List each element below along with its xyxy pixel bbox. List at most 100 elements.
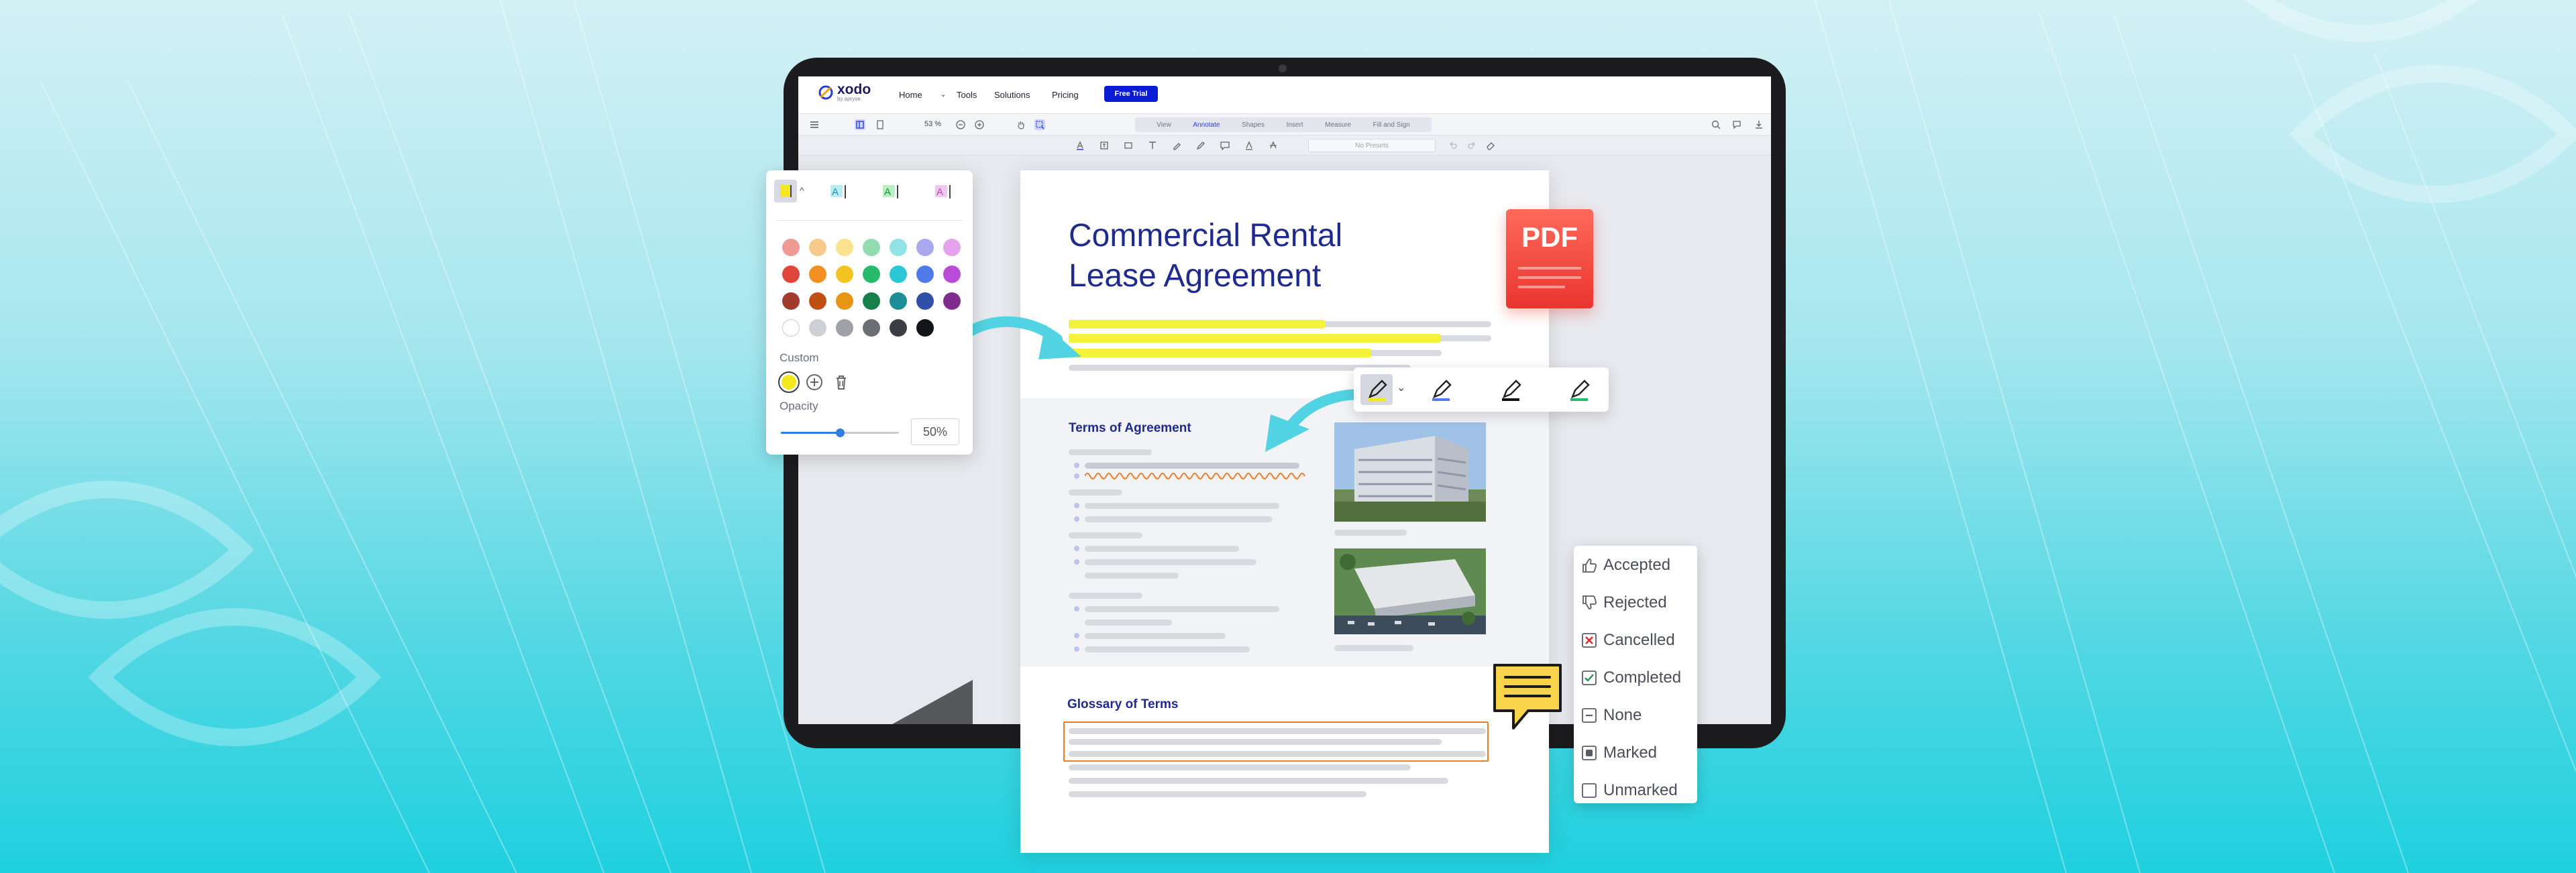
color-swatch[interactable] <box>943 266 961 283</box>
color-swatch[interactable] <box>890 266 907 283</box>
panel-toggle-icon[interactable] <box>855 119 865 130</box>
opacity-slider-handle[interactable] <box>836 428 845 437</box>
status-cancelled[interactable]: Cancelled <box>1580 630 1675 650</box>
zoom-in-icon[interactable] <box>974 119 985 130</box>
text-tool-icon[interactable] <box>1147 140 1158 151</box>
color-swatch[interactable] <box>836 319 853 337</box>
color-swatch[interactable] <box>890 319 907 337</box>
custom-color-swatch <box>782 375 796 390</box>
style-preset-cyan-icon[interactable]: A <box>829 184 848 200</box>
chevron-down-icon[interactable]: ⌄ <box>1397 381 1405 394</box>
strikeout-icon[interactable] <box>1268 140 1279 151</box>
comments-icon[interactable] <box>1732 119 1743 130</box>
search-icon[interactable] <box>1711 119 1721 130</box>
color-swatch[interactable] <box>836 266 853 283</box>
nav-home[interactable]: Home <box>899 90 922 100</box>
preset-selector[interactable]: No Presets <box>1308 139 1436 152</box>
color-swatch[interactable] <box>916 266 934 283</box>
pen-green-icon[interactable] <box>1567 377 1594 404</box>
redo-icon[interactable] <box>1466 140 1477 151</box>
text-highlight-icon[interactable] <box>1075 140 1085 151</box>
add-color-icon[interactable] <box>805 373 824 392</box>
aerial-building-photo <box>1334 548 1486 634</box>
status-marked[interactable]: Marked <box>1580 743 1657 763</box>
highlighter-icon[interactable] <box>1171 140 1182 151</box>
color-swatch[interactable] <box>809 319 826 337</box>
menu-icon[interactable] <box>809 119 820 130</box>
pen-blue-icon[interactable] <box>1429 377 1456 404</box>
svg-text:A: A <box>936 186 943 198</box>
tab-fill-and-sign[interactable]: Fill and Sign <box>1373 121 1410 129</box>
text-line <box>1069 791 1366 797</box>
style-preset-green-icon[interactable]: A <box>881 184 900 200</box>
none-icon <box>1582 708 1597 723</box>
zoom-out-icon[interactable] <box>955 119 966 130</box>
color-swatch[interactable] <box>809 239 826 256</box>
status-rejected[interactable]: Rejected <box>1580 593 1667 613</box>
color-swatch[interactable] <box>916 239 934 256</box>
color-swatch[interactable] <box>943 292 961 310</box>
status-completed[interactable]: Completed <box>1580 668 1681 688</box>
color-swatch[interactable] <box>890 239 907 256</box>
delete-color-icon[interactable] <box>832 373 851 392</box>
color-swatch[interactable] <box>836 239 853 256</box>
color-swatch[interactable] <box>782 266 800 283</box>
status-unmarked[interactable]: Unmarked <box>1580 780 1678 801</box>
color-swatch[interactable] <box>863 319 880 337</box>
color-swatch[interactable] <box>863 239 880 256</box>
pdf-line <box>1518 286 1565 288</box>
highlighted-text <box>1069 320 1325 329</box>
eraser-icon[interactable] <box>1485 140 1496 151</box>
status-none[interactable]: None <box>1580 705 1642 725</box>
pen-yellow-icon[interactable] <box>1364 377 1391 404</box>
pen-icon[interactable] <box>1195 140 1206 151</box>
custom-color-selected[interactable] <box>778 371 800 393</box>
opacity-slider[interactable] <box>781 428 899 437</box>
color-swatch[interactable] <box>863 266 880 283</box>
nav-pricing[interactable]: Pricing <box>1052 90 1079 100</box>
tab-view[interactable]: View <box>1157 121 1171 129</box>
tab-shapes[interactable]: Shapes <box>1242 121 1265 129</box>
color-swatch[interactable] <box>782 239 800 256</box>
select-tool-icon[interactable] <box>1034 119 1045 130</box>
comment-icon[interactable] <box>1220 140 1230 151</box>
nav-tools[interactable]: Tools <box>957 90 977 100</box>
download-icon[interactable] <box>1754 119 1764 130</box>
color-swatch[interactable] <box>809 292 826 310</box>
rectangle-icon[interactable] <box>1123 140 1134 151</box>
chevron-up-icon[interactable]: ^ <box>800 185 804 196</box>
color-swatch[interactable] <box>890 292 907 310</box>
xodo-logo[interactable]: xodo by apryse <box>818 82 871 102</box>
style-preset-pink-icon[interactable]: A <box>934 184 953 200</box>
color-swatch[interactable] <box>863 292 880 310</box>
underline-icon[interactable] <box>1244 140 1254 151</box>
pan-hand-icon[interactable] <box>1016 119 1026 130</box>
text-line <box>1069 532 1142 538</box>
page-view-icon[interactable] <box>875 119 885 130</box>
tab-annotate[interactable]: Annotate <box>1193 121 1220 129</box>
text-box-icon[interactable] <box>1099 140 1110 151</box>
arrow-to-text-icon <box>1265 389 1367 452</box>
chevron-down-icon[interactable]: ⌄ <box>941 91 946 99</box>
color-swatch[interactable] <box>916 292 934 310</box>
tab-insert[interactable]: Insert <box>1287 121 1303 129</box>
zoom-level[interactable]: 53 % <box>924 120 941 128</box>
text-line <box>1085 620 1172 626</box>
color-swatch[interactable] <box>809 266 826 283</box>
opacity-input[interactable]: 50% <box>911 418 959 445</box>
color-swatch[interactable] <box>916 319 934 337</box>
status-accepted[interactable]: Accepted <box>1580 555 1670 575</box>
pen-black-icon[interactable] <box>1499 377 1525 404</box>
list-bullet <box>1074 559 1079 565</box>
free-trial-button[interactable]: Free Trial <box>1104 86 1158 102</box>
color-swatch[interactable] <box>943 239 961 256</box>
color-swatch[interactable] <box>782 292 800 310</box>
color-swatch[interactable] <box>836 292 853 310</box>
undo-icon[interactable] <box>1448 140 1458 151</box>
list-bullet <box>1074 516 1079 522</box>
color-swatch[interactable] <box>782 319 800 337</box>
tab-measure[interactable]: Measure <box>1325 121 1351 129</box>
nav-solutions[interactable]: Solutions <box>994 90 1030 100</box>
list-bullet <box>1074 473 1079 479</box>
text-line <box>1069 449 1152 455</box>
